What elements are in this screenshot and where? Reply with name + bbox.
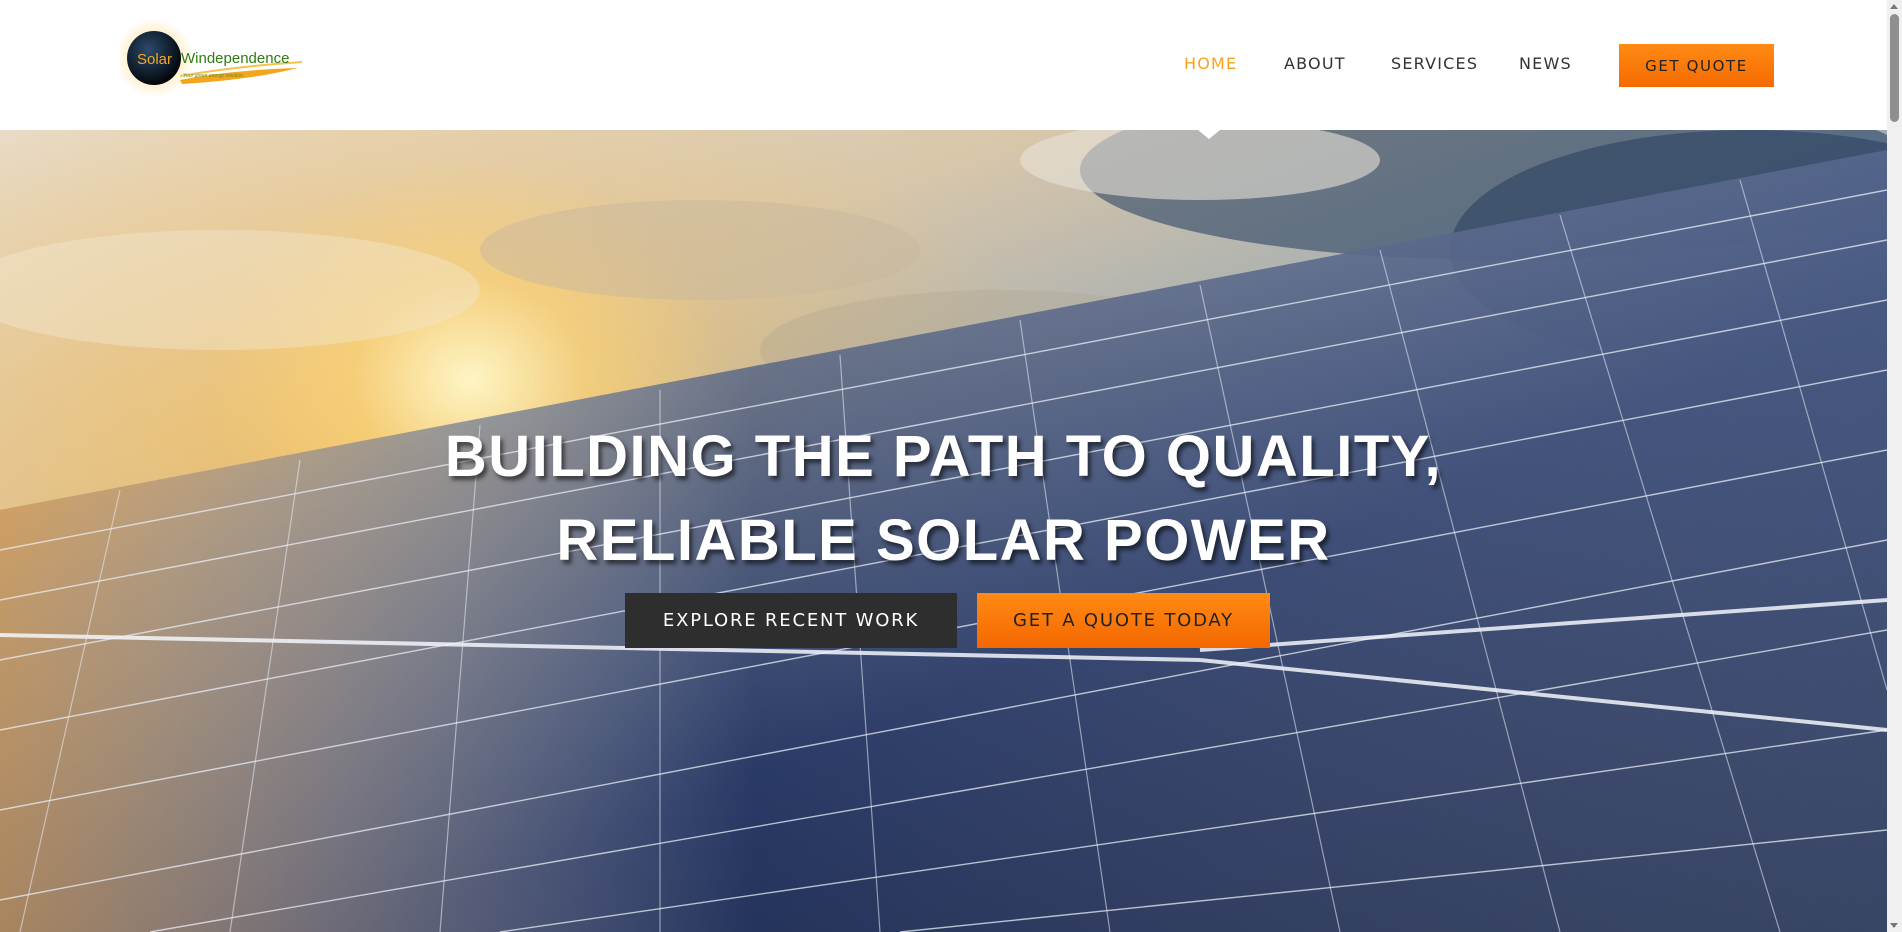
active-nav-indicator (1198, 130, 1220, 139)
get-a-quote-today-button[interactable]: GET A QUOTE TODAY (977, 593, 1270, 648)
scroll-down-arrow-icon[interactable] (1890, 923, 1898, 928)
nav-services[interactable]: SERVICES (1391, 54, 1478, 73)
hero-title: BUILDING THE PATH TO QUALITY, RELIABLE S… (0, 415, 1887, 583)
nav-home[interactable]: HOME (1184, 54, 1237, 73)
site-header: Solar Windependence Your green energy so… (0, 0, 1887, 130)
get-quote-button[interactable]: GET QUOTE (1619, 44, 1774, 87)
hero-title-line-1: BUILDING THE PATH TO QUALITY, (444, 424, 1443, 489)
nav-about[interactable]: ABOUT (1284, 54, 1346, 73)
scroll-up-arrow-icon[interactable] (1890, 4, 1898, 9)
scrollbar-thumb[interactable] (1890, 14, 1899, 122)
nav-news[interactable]: NEWS (1519, 54, 1572, 73)
hero-section: BUILDING THE PATH TO QUALITY, RELIABLE S… (0, 130, 1887, 932)
main-nav: HOME ABOUT SERVICES NEWS GET QUOTE (0, 0, 1887, 130)
page-scrollbar[interactable] (1887, 0, 1902, 932)
explore-recent-work-button[interactable]: EXPLORE RECENT WORK (625, 593, 957, 648)
hero-title-line-2: RELIABLE SOLAR POWER (556, 508, 1331, 573)
